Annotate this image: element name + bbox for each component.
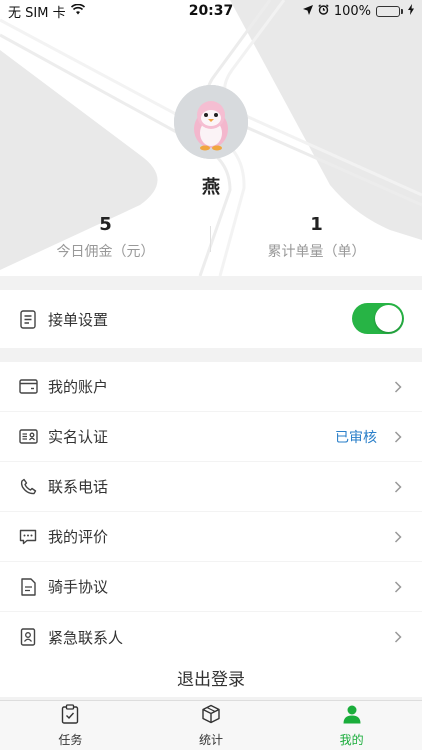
menu-item-label: 实名认证 (48, 428, 109, 446)
verification-status: 已审核 (335, 429, 377, 446)
person-icon (342, 704, 362, 728)
alarm-icon (318, 3, 329, 19)
profile-header: 燕 5 今日佣金（元） 1 累计单量（单） (0, 0, 422, 276)
status-left: 无 SIM 卡 (8, 2, 85, 21)
menu-item-phone[interactable]: 联系电话 (0, 462, 422, 512)
menu-item-label: 联系电话 (48, 478, 109, 496)
location-icon (302, 4, 313, 19)
tab-bar: 任务 统计 我的 (0, 700, 422, 750)
menu-item-verification[interactable]: 实名认证 已审核 (0, 412, 422, 462)
order-settings-row: 接单设置 (0, 290, 422, 348)
chevron-right-icon (392, 631, 404, 643)
menu-item-label: 骑手协议 (48, 578, 109, 596)
stat-value: 5 (99, 214, 112, 235)
stat-value: 1 (310, 214, 323, 235)
penguin-avatar-icon (174, 85, 248, 159)
clipboard-icon (61, 703, 79, 728)
toggle-knob (375, 305, 402, 332)
status-right: 100% (302, 3, 414, 19)
menu-item-account[interactable]: 我的账户 (0, 362, 422, 412)
tab-label: 任务 (58, 732, 83, 747)
menu-item-label: 我的账户 (48, 378, 109, 396)
stat-label: 今日佣金（元） (56, 244, 155, 260)
tab-tasks[interactable]: 任务 (0, 701, 141, 750)
menu-item-label: 我的评价 (48, 528, 109, 546)
username: 燕 (202, 177, 220, 198)
stat-today-commission: 5 今日佣金（元） (0, 214, 211, 261)
wallet-icon (18, 377, 38, 397)
id-card-icon (18, 427, 38, 447)
stat-total-orders: 1 累计单量（单） (211, 214, 422, 261)
chevron-right-icon (392, 580, 404, 593)
chevron-right-icon (392, 530, 404, 543)
tab-label: 我的 (339, 732, 364, 747)
tab-stats[interactable]: 统计 (141, 701, 282, 750)
menu-item-label: 紧急联系人 (48, 628, 124, 647)
status-bar: 无 SIM 卡 20:37 100% (0, 0, 422, 22)
order-settings-card: 接单设置 (0, 290, 422, 348)
logout-button[interactable]: 退出登录 (0, 657, 422, 697)
tab-mine[interactable]: 我的 (281, 701, 422, 750)
comment-icon (18, 527, 38, 547)
menu-card: 我的账户 实名认证 已审核 联系电话 我的评价 骑手协议 紧急联系人 (0, 362, 422, 662)
order-toggle[interactable] (352, 303, 404, 334)
menu-item-emergency-contact[interactable]: 紧急联系人 (0, 612, 422, 662)
agreement-icon (18, 577, 38, 597)
contact-icon (18, 627, 38, 647)
menu-item-agreement[interactable]: 骑手协议 (0, 562, 422, 612)
document-icon (18, 309, 38, 329)
tab-label: 统计 (199, 732, 224, 747)
order-settings-label: 接单设置 (48, 310, 109, 329)
stat-label: 累计单量（单） (267, 244, 366, 260)
battery-percent: 100% (333, 3, 371, 19)
wifi-icon (70, 3, 85, 19)
carrier-text: 无 SIM 卡 (8, 5, 66, 21)
chevron-right-icon (392, 430, 404, 443)
box-icon (201, 704, 221, 728)
menu-item-reviews[interactable]: 我的评价 (0, 512, 422, 562)
phone-icon (18, 477, 38, 497)
charging-icon (408, 3, 414, 19)
chevron-right-icon (392, 480, 404, 493)
chevron-right-icon (392, 380, 404, 393)
avatar[interactable] (174, 85, 248, 159)
battery-icon (376, 5, 403, 17)
